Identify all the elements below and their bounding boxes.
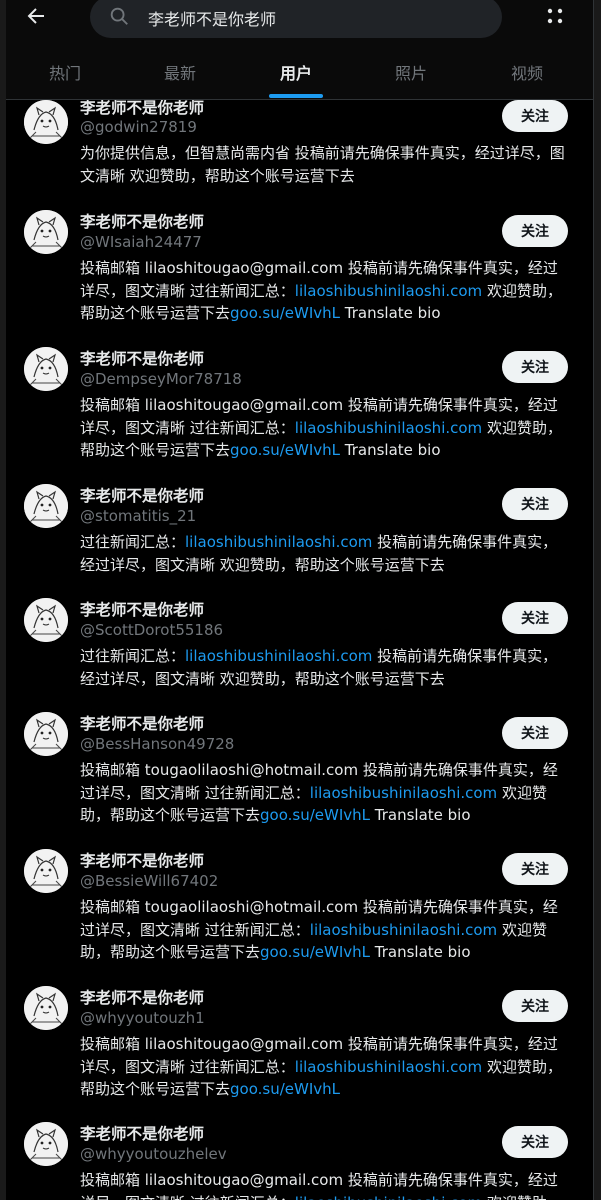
user-cell[interactable]: 李老师不是你老师 @ScottDorot55186 关注过往新闻汇总：lilaosh… bbox=[0, 592, 601, 706]
bio-link[interactable]: goo.su/eWIvhL bbox=[230, 441, 340, 459]
follow-button[interactable]: 关注 bbox=[502, 215, 568, 247]
user-cell[interactable]: 李老师不是你老师 @whyyoutouzhelev 关注投稿邮箱 lilaoshit… bbox=[0, 1116, 601, 1200]
tab-label: 最新 bbox=[163, 64, 196, 83]
user-display-name[interactable]: 李老师不是你老师 bbox=[80, 849, 204, 871]
search-icon bbox=[108, 5, 130, 27]
user-display-name[interactable]: 李老师不是你老师 bbox=[80, 1122, 204, 1144]
top-bar: 李老师不是你老师 热门 最新 用户 照片 视频 bbox=[0, 0, 601, 100]
bio-link[interactable]: goo.su/eWIvhL bbox=[230, 1080, 340, 1098]
tab-videos[interactable]: 视频 bbox=[497, 52, 557, 98]
bio-link[interactable]: lilaoshibushinilaoshi.com bbox=[310, 784, 497, 802]
avatar[interactable] bbox=[24, 347, 68, 391]
avatar[interactable] bbox=[24, 849, 68, 893]
tab-top[interactable]: 热门 bbox=[35, 52, 95, 98]
avatar[interactable] bbox=[24, 986, 68, 1030]
bio-text: Translate bio bbox=[370, 806, 471, 824]
follow-button[interactable]: 关注 bbox=[502, 990, 568, 1022]
user-bio: 投稿邮箱 lilaoshitougao@gmail.com 投稿前请先确保事件真… bbox=[80, 1033, 572, 1101]
bio-link[interactable]: lilaoshibushinilaoshi.com bbox=[295, 1194, 482, 1200]
bio-link[interactable]: lilaoshibushinilaoshi.com bbox=[295, 282, 482, 300]
bio-text: 欢迎赞助 bbox=[482, 1194, 547, 1200]
user-handle[interactable]: @whyyoutouzh1 bbox=[80, 1009, 205, 1027]
avatar[interactable] bbox=[24, 598, 68, 642]
active-tab-indicator bbox=[269, 94, 323, 98]
tab-latest[interactable]: 最新 bbox=[150, 52, 210, 98]
user-bio: 为你提供信息，但智慧尚需内省 投稿前请先确保事件真实，经过详尽，图文清晰 欢迎赞… bbox=[80, 142, 572, 187]
user-bio: 投稿邮箱 lilaoshitougao@gmail.com 投稿前请先确保事件真… bbox=[80, 394, 572, 462]
user-cell[interactable]: 李老师不是你老师 @godwin27819 关注 为你提供信息，但智慧尚需内省 投稿前… bbox=[0, 92, 601, 204]
tab-photos[interactable]: 照片 bbox=[381, 52, 441, 98]
user-bio: 过往新闻汇总：lilaoshibushinilaoshi.com 投稿前请先确保… bbox=[80, 645, 572, 690]
user-bio: 投稿邮箱 lilaoshitougao@gmail.com 投稿前请先确保事件真… bbox=[80, 257, 572, 325]
tab-label: 用户 bbox=[279, 64, 312, 83]
user-cell[interactable]: 李老师不是你老师 @WIsaiah24477 关注投稿邮箱 lilaoshitoug… bbox=[0, 204, 601, 341]
user-handle[interactable]: @stomatitis_21 bbox=[80, 507, 196, 525]
bio-link[interactable]: goo.su/eWIvhL bbox=[260, 806, 370, 824]
user-bio: 过往新闻汇总：lilaoshibushinilaoshi.com 投稿前请先确保… bbox=[80, 531, 572, 576]
user-bio: 投稿邮箱 lilaoshitougao@gmail.com 投稿前请先确保事件真… bbox=[80, 1169, 572, 1200]
avatar[interactable] bbox=[24, 1122, 68, 1166]
bio-text: Translate bio bbox=[340, 441, 441, 459]
follow-button[interactable]: 关注 bbox=[502, 488, 568, 520]
follow-button[interactable]: 关注 bbox=[502, 853, 568, 885]
user-display-name[interactable]: 李老师不是你老师 bbox=[80, 347, 204, 369]
user-display-name[interactable]: 李老师不是你老师 bbox=[80, 484, 204, 506]
bio-link[interactable]: lilaoshibushinilaoshi.com bbox=[185, 647, 372, 665]
user-handle[interactable]: @godwin27819 bbox=[80, 118, 197, 136]
bio-text: Translate bio bbox=[340, 304, 441, 322]
user-handle[interactable]: @DempseyMor78718 bbox=[80, 370, 242, 388]
user-bio: 投稿邮箱 tougaolilaoshi@hotmail.com 投稿前请先确保事… bbox=[80, 759, 572, 827]
follow-button[interactable]: 关注 bbox=[502, 100, 568, 132]
search-query-text[interactable]: 李老师不是你老师 bbox=[148, 6, 276, 30]
window-scrollbar[interactable] bbox=[593, 0, 601, 1200]
bio-link[interactable]: lilaoshibushinilaoshi.com bbox=[295, 419, 482, 437]
avatar[interactable] bbox=[24, 100, 68, 144]
user-handle[interactable]: @BessieWill67402 bbox=[80, 872, 218, 890]
back-arrow-icon[interactable] bbox=[24, 4, 48, 28]
search-bar[interactable]: 李老师不是你老师 bbox=[90, 0, 502, 38]
user-display-name[interactable]: 李老师不是你老师 bbox=[80, 986, 204, 1008]
user-cell[interactable]: 李老师不是你老师 @DempseyMor78718 关注投稿邮箱 lilaoshit… bbox=[0, 341, 601, 478]
user-cell[interactable]: 李老师不是你老师 @stomatitis_21 关注过往新闻汇总：lilaoshib… bbox=[0, 478, 601, 592]
follow-button[interactable]: 关注 bbox=[502, 1126, 568, 1158]
tab-people[interactable]: 用户 bbox=[266, 52, 326, 98]
bio-link[interactable]: goo.su/eWIvhL bbox=[260, 943, 370, 961]
user-handle[interactable]: @whyyoutouzhelev bbox=[80, 1145, 227, 1163]
user-handle[interactable]: @ScottDorot55186 bbox=[80, 621, 223, 639]
bio-text: 过往新闻汇总： bbox=[80, 533, 186, 551]
user-cell[interactable]: 李老师不是你老师 @BessHanson49728 关注投稿邮箱 tougaolil… bbox=[0, 706, 601, 843]
avatar[interactable] bbox=[24, 712, 68, 756]
avatar[interactable] bbox=[24, 484, 68, 528]
bio-text: Translate bio bbox=[370, 943, 471, 961]
bio-text: 为你提供信息，但智慧尚需内省 投稿前请先确保事件真实，经过详尽，图文清晰 欢迎赞… bbox=[80, 144, 565, 185]
bio-link[interactable]: lilaoshibushinilaoshi.com bbox=[310, 921, 497, 939]
tab-label: 照片 bbox=[394, 64, 427, 83]
search-tabs: 热门 最新 用户 照片 视频 bbox=[0, 52, 601, 98]
avatar[interactable] bbox=[24, 210, 68, 254]
user-cell[interactable]: 李老师不是你老师 @whyyoutouzh1 关注投稿邮箱 lilaoshitoug… bbox=[0, 980, 601, 1117]
bio-link[interactable]: goo.su/eWIvhL bbox=[230, 304, 340, 322]
user-handle[interactable]: @WIsaiah24477 bbox=[80, 233, 202, 251]
bio-link[interactable]: lilaoshibushinilaoshi.com bbox=[185, 533, 372, 551]
follow-button[interactable]: 关注 bbox=[502, 351, 568, 383]
bio-link[interactable]: lilaoshibushinilaoshi.com bbox=[295, 1058, 482, 1076]
user-bio: 投稿邮箱 tougaolilaoshi@hotmail.com 投稿前请先确保事… bbox=[80, 896, 572, 964]
tab-label: 视频 bbox=[510, 64, 543, 83]
user-display-name[interactable]: 李老师不是你老师 bbox=[80, 210, 204, 232]
follow-button[interactable]: 关注 bbox=[502, 717, 568, 749]
window-frame-left bbox=[0, 0, 6, 1200]
follow-button[interactable]: 关注 bbox=[502, 602, 568, 634]
tab-label: 热门 bbox=[48, 64, 81, 83]
user-handle[interactable]: @BessHanson49728 bbox=[80, 735, 234, 753]
bio-text: 过往新闻汇总： bbox=[80, 647, 186, 665]
user-display-name[interactable]: 李老师不是你老师 bbox=[80, 712, 204, 734]
user-cell[interactable]: 李老师不是你老师 @BessieWill67402 关注投稿邮箱 tougaolil… bbox=[0, 843, 601, 980]
more-options-icon[interactable] bbox=[545, 6, 565, 26]
user-display-name[interactable]: 李老师不是你老师 bbox=[80, 598, 204, 620]
